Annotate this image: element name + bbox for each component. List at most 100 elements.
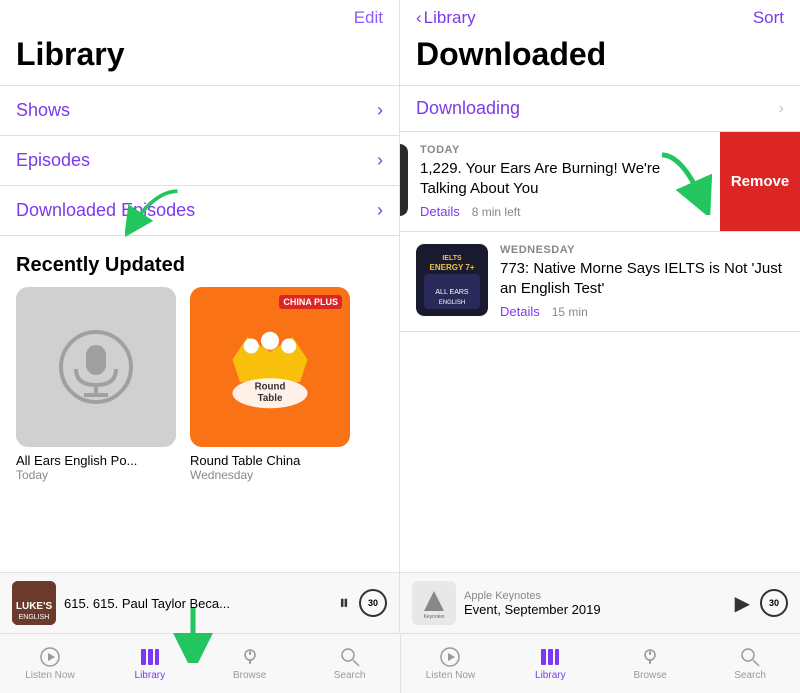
left-player-title: 615. 615. Paul Taylor Beca... [64, 596, 331, 611]
podcast-grid: All Ears English Po... Today CHINA PLUS … [0, 287, 399, 482]
apple-keynotes-icon: Keynotes [416, 585, 452, 621]
round-table-name: Round Table China [190, 453, 350, 468]
ep1-day: TODAY [420, 144, 704, 156]
nav-shows-label: Shows [16, 100, 70, 121]
tab-listen-now-left[interactable]: Listen Now [0, 634, 100, 693]
nav-item-shows[interactable]: Shows › [0, 86, 399, 136]
right-player-title: Event, September 2019 [464, 602, 727, 617]
right-player-source: Apple Keynotes [464, 590, 727, 602]
back-button[interactable]: ‹ Library [416, 8, 476, 28]
downloaded-title: Downloaded [400, 32, 800, 85]
round-table-artwork: CHINA PLUS Round Table [190, 287, 350, 447]
episode-item-2[interactable]: IELTS ENERGY 7+ ALL EARS ENGLISH WEDNESD… [400, 232, 800, 332]
browse-right-icon [639, 646, 661, 668]
downloading-chevron-icon: › [779, 100, 784, 118]
remove-button[interactable]: Remove [720, 132, 800, 231]
ep2-footer: Details 15 min [500, 304, 784, 319]
library-icon-right-active [539, 646, 561, 668]
search-icon-right [739, 646, 761, 668]
ep1-footer: Details 8 min left [420, 204, 704, 219]
episode-item-1[interactable]: ALL EARS 7+ IELTS ENERGY TODAY 1,229. Yo… [400, 132, 800, 232]
pause-button[interactable]: ⏸ [339, 592, 349, 615]
tab-browse-left[interactable]: Browse [200, 634, 300, 693]
listen-now-right-icon [439, 646, 461, 668]
svg-text:Keynotes: Keynotes [424, 614, 445, 620]
ep1-details-button[interactable]: Details [420, 204, 460, 219]
round-table-icon: Round Table [210, 307, 330, 427]
left-player-controls: ⏸ 30 [339, 589, 387, 617]
svg-text:ALL EARS: ALL EARS [435, 289, 469, 296]
all-ears-artwork [16, 287, 176, 447]
downloading-label: Downloading [416, 98, 520, 119]
right-play-button[interactable]: ▶ [735, 591, 750, 616]
back-chevron-icon: ‹ [416, 8, 422, 28]
skip-label: 30 [368, 598, 378, 608]
svg-text:ENERGY 7+: ENERGY 7+ [430, 263, 475, 272]
tab-library-left-label: Library [135, 670, 166, 681]
china-plus-badge: CHINA PLUS [279, 295, 342, 309]
shows-chevron-icon: › [377, 100, 383, 121]
ep2-artwork: IELTS ENERGY 7+ ALL EARS ENGLISH [416, 244, 488, 316]
skip-forward-button[interactable]: 30 [359, 589, 387, 617]
ep1-title: 1,229. Your Ears Are Burning! We're Talk… [420, 159, 704, 198]
tab-library-right[interactable]: Library [500, 634, 600, 693]
right-skip-label: 30 [769, 598, 779, 608]
recently-updated-title: Recently Updated [0, 236, 399, 287]
luke-podcast-icon: LUKE'S ENGLISH [12, 581, 56, 625]
tab-browse-right[interactable]: Browse [600, 634, 700, 693]
tab-library-left[interactable]: Library [100, 634, 200, 693]
svg-text:ENGLISH: ENGLISH [19, 614, 50, 621]
svg-text:ENGLISH: ENGLISH [439, 300, 465, 306]
ep2-info: WEDNESDAY 773: Native Morne Says IELTS i… [500, 244, 784, 319]
browse-icon [239, 646, 261, 668]
library-title: Library [0, 32, 399, 85]
tab-listen-now-right[interactable]: Listen Now [401, 634, 501, 693]
sort-button[interactable]: Sort [753, 8, 784, 28]
left-player: LUKE'S ENGLISH 615. 615. Paul Taylor Bec… [0, 572, 399, 633]
all-ears-name: All Ears English Po... [16, 453, 176, 468]
right-player: Keynotes Apple Keynotes Event, September… [400, 572, 800, 633]
ep2-day: WEDNESDAY [500, 244, 784, 256]
tab-bar: Listen Now Library Browse Search [0, 633, 800, 693]
tab-listen-now-right-label: Listen Now [426, 670, 475, 681]
apple-keynotes-artwork: Keynotes [412, 581, 456, 625]
left-header: Edit [0, 0, 399, 32]
left-tab-bar: Listen Now Library Browse Search [0, 634, 400, 693]
listen-now-icon [39, 646, 61, 668]
nav-item-downloaded-episodes[interactable]: Downloaded Episodes › [0, 186, 399, 236]
remove-btn-wrapper: Remove [720, 132, 800, 231]
podcast-card-round-table[interactable]: CHINA PLUS Round Table [190, 287, 350, 482]
tab-search-right[interactable]: Search [700, 634, 800, 693]
right-skip-button[interactable]: 30 [760, 589, 788, 617]
ep2-details-button[interactable]: Details [500, 304, 540, 319]
ep1-artwork: ALL EARS 7+ IELTS ENERGY [400, 144, 408, 216]
tab-browse-left-label: Browse [233, 670, 266, 681]
podcast-card-all-ears[interactable]: All Ears English Po... Today [16, 287, 176, 482]
nav-item-episodes[interactable]: Episodes › [0, 136, 399, 186]
tab-listen-now-left-label: Listen Now [25, 670, 74, 681]
episode-list: ALL EARS 7+ IELTS ENERGY TODAY 1,229. Yo… [400, 132, 800, 572]
round-table-date: Wednesday [190, 468, 350, 482]
nav-downloaded-label: Downloaded Episodes [16, 200, 195, 221]
all-ears-date: Today [16, 468, 176, 482]
library-icon-active [139, 646, 161, 668]
ep1-duration: 8 min left [472, 205, 521, 219]
search-icon-left [339, 646, 361, 668]
podcast-microphone-icon [56, 327, 136, 407]
tab-library-right-label: Library [535, 670, 566, 681]
all-ears-ep1-icon: ALL EARS 7+ IELTS ENERGY [400, 144, 408, 216]
right-player-controls: ▶ 30 [735, 589, 788, 617]
left-panel: Edit Library Shows › Episodes › Download… [0, 0, 400, 633]
edit-button[interactable]: Edit [354, 8, 383, 28]
ep2-duration: 15 min [552, 305, 588, 319]
right-tab-bar: Listen Now Library Browse Search [401, 634, 800, 693]
ep2-title: 773: Native Morne Says IELTS is Not 'Jus… [500, 259, 784, 298]
svg-text:IELTS: IELTS [442, 255, 462, 262]
downloading-row[interactable]: Downloading › [400, 85, 800, 132]
svg-text:Table: Table [258, 393, 283, 404]
left-player-artwork: LUKE'S ENGLISH [12, 581, 56, 625]
nav-episodes-label: Episodes [16, 150, 90, 171]
tab-search-left[interactable]: Search [300, 634, 400, 693]
tab-search-left-label: Search [334, 670, 366, 681]
downloaded-chevron-icon: › [377, 200, 383, 221]
